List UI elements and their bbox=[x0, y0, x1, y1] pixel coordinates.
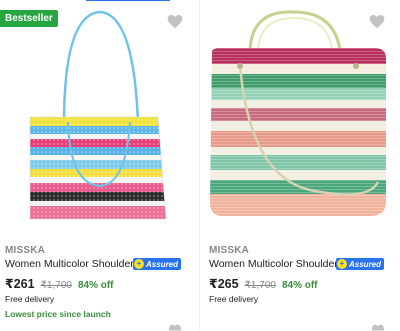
assured-badge: + Assured bbox=[133, 258, 182, 270]
assured-plus-icon: + bbox=[134, 259, 144, 269]
discount-percent: 84% off bbox=[281, 280, 318, 291]
heart-icon[interactable] bbox=[168, 323, 182, 331]
product-card-1[interactable]: Bestseller MISSKA Women Multicolor Shoul… bbox=[0, 6, 200, 329]
product-image-2[interactable] bbox=[200, 6, 400, 238]
assured-plus-icon: + bbox=[337, 259, 347, 269]
delivery-info: Free delivery bbox=[5, 294, 55, 304]
discount-percent: 84% off bbox=[77, 280, 114, 291]
lowest-price-note: Lowest price since launch bbox=[5, 309, 111, 319]
price-row: ₹265 ₹1,700 84% off bbox=[209, 276, 318, 291]
top-strip-link-underline[interactable] bbox=[86, 0, 170, 1]
brand-name: MISSKA bbox=[5, 245, 46, 256]
heart-icon[interactable] bbox=[371, 323, 385, 331]
assured-badge: + Assured bbox=[336, 258, 385, 270]
product-card-2[interactable]: MISSKA Women Multicolor Shoulder Bag + A… bbox=[200, 6, 400, 329]
selling-price: ₹265 bbox=[209, 277, 239, 291]
brand-name: MISSKA bbox=[209, 245, 250, 256]
assured-label: Assured bbox=[146, 259, 179, 269]
price-row: ₹261 ₹1,700 84% off bbox=[5, 276, 114, 291]
product-image-1[interactable] bbox=[0, 6, 200, 238]
top-strip bbox=[0, 0, 400, 4]
delivery-info: Free delivery bbox=[209, 294, 259, 304]
original-price: ₹1,700 bbox=[244, 280, 276, 291]
original-price: ₹1,700 bbox=[40, 280, 72, 291]
heart-icon[interactable] bbox=[368, 13, 386, 30]
assured-label: Assured bbox=[349, 259, 382, 269]
selling-price: ₹261 bbox=[5, 277, 35, 291]
heart-icon[interactable] bbox=[166, 13, 184, 30]
bestseller-badge: Bestseller bbox=[0, 10, 58, 27]
